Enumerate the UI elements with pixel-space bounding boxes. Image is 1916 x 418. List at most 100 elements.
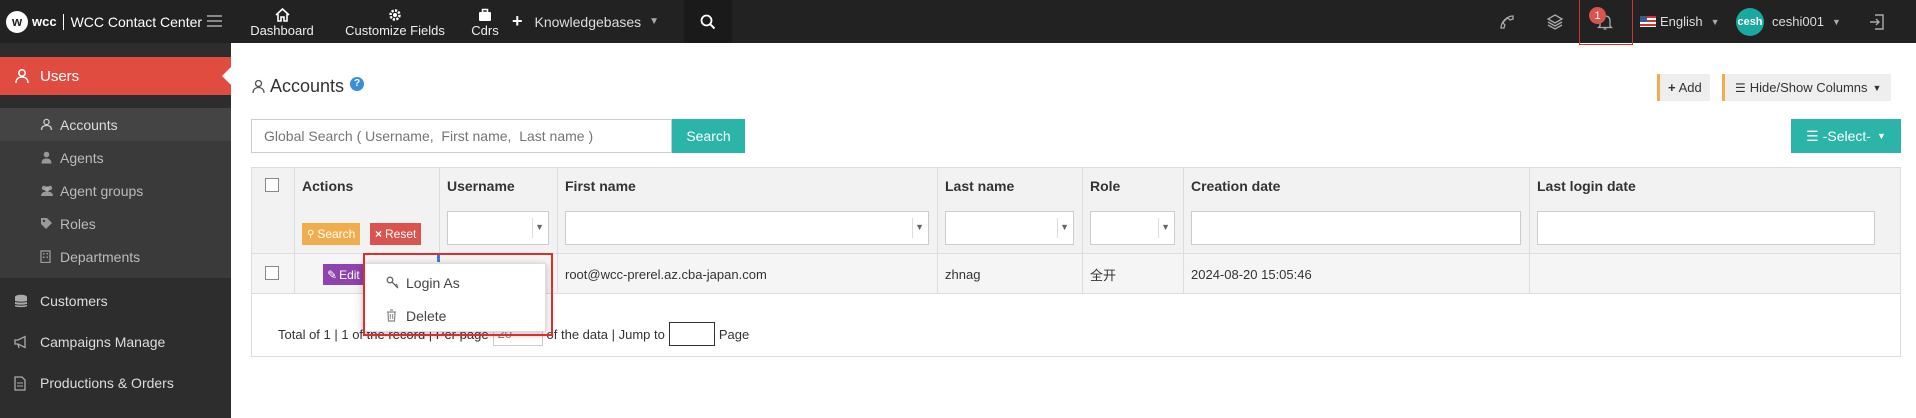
chevron-down-icon: ▼ (1872, 82, 1882, 93)
username-filter[interactable]: ▼ (447, 211, 549, 245)
nav-cdrs[interactable]: Cdrs (464, 0, 506, 43)
sidebar-item-label: Departments (60, 248, 141, 265)
phone-icon (1500, 14, 1514, 29)
language-label: English (1660, 14, 1703, 29)
list-icon: ☰ (1735, 80, 1746, 95)
sidebar-item-accounts[interactable]: Accounts (0, 108, 231, 141)
help-icon[interactable]: ? (350, 76, 365, 91)
edit-button[interactable]: ✎ Edit (323, 264, 364, 285)
chevron-down-icon: ▼ (649, 16, 660, 27)
database-icon (14, 294, 30, 309)
jump-to-page-input[interactable] (668, 322, 715, 346)
column-username: Username ▼ (440, 168, 558, 254)
main-content: Accounts ? + Add ☰ Hide/Show Columns ▼ S… (231, 43, 1916, 418)
chevron-down-icon: ▼ (1832, 16, 1841, 27)
close-icon: × (375, 227, 383, 241)
column-last-name: Last name ▼ (938, 168, 1083, 254)
sidebar: Users Accounts Agents Agent groups Roles… (0, 43, 232, 418)
column-creation-date: Creation date (1184, 168, 1530, 254)
highlight-box (363, 253, 553, 336)
nav-customize-fields[interactable]: Customize Fields (340, 0, 450, 43)
nav-dashboard[interactable]: Dashboard (247, 0, 317, 43)
filter-search-button[interactable]: ⚲ Search (302, 223, 361, 245)
briefcase-icon (478, 5, 492, 22)
hide-show-columns-button[interactable]: ☰ Hide/Show Columns ▼ (1722, 74, 1892, 101)
menu-toggle-icon[interactable] (207, 15, 222, 27)
language-selector[interactable]: English ▼ (1640, 0, 1720, 43)
group-icon (40, 184, 54, 197)
creation-date-cell: 2024-08-20 15:05:46 (1184, 254, 1530, 294)
select-dropdown-label: -Select- (1822, 128, 1871, 144)
add-button[interactable]: + Add (1657, 74, 1710, 101)
brand-logo: w (6, 10, 28, 33)
users-submenu: Accounts Agents Agent groups Roles Depar… (0, 108, 231, 278)
hide-show-columns-label: Hide/Show Columns (1749, 80, 1868, 95)
layers-button[interactable] (1546, 0, 1564, 43)
list-icon: ☰ (1806, 127, 1819, 144)
sidebar-item-campaigns-manage[interactable]: Campaigns Manage (0, 322, 231, 362)
last-name-filter[interactable]: ▼ (945, 211, 1074, 245)
search-icon: ⚲ (307, 228, 315, 240)
caret-down-icon: ▼ (915, 222, 924, 232)
search-button[interactable]: Search (672, 119, 745, 153)
role-filter[interactable]: ▼ (1090, 211, 1175, 245)
sidebar-item-label: Productions & Orders (40, 375, 174, 391)
sidebar-item-departments[interactable]: Departments (0, 240, 231, 273)
filter-reset-label: Reset (385, 227, 417, 241)
sidebar-item-users-label: Users (40, 67, 80, 85)
logout-icon (1870, 13, 1884, 30)
user-icon (40, 118, 54, 131)
column-header: Last name (945, 178, 1015, 194)
column-role: Role ▼ (1083, 168, 1184, 254)
sidebar-item-roles[interactable]: Roles (0, 207, 231, 240)
sidebar-item-productions-orders[interactable]: Productions & Orders (0, 363, 231, 403)
last-name-cell: zhnag (938, 254, 1083, 294)
gear-icon (388, 5, 402, 22)
sidebar-item-label: Agent groups (60, 182, 144, 199)
person-icon (40, 151, 54, 164)
column-last-login-date: Last login date (1530, 168, 1900, 254)
filter-reset-button[interactable]: × Reset (370, 223, 422, 245)
page-title: Accounts ? (251, 76, 365, 97)
page-title-text: Accounts (270, 76, 345, 96)
select-all-checkbox[interactable] (265, 178, 279, 192)
sidebar-item-label: Roles (60, 215, 96, 232)
document-icon (14, 375, 30, 391)
sidebar-item-label: Campaigns Manage (40, 334, 166, 350)
brand-separator (62, 13, 64, 30)
top-search-button[interactable] (684, 0, 732, 43)
layers-icon (1546, 13, 1564, 30)
nav-cdrs-label: Cdrs (471, 23, 499, 38)
app-title: WCC Contact Center (70, 13, 203, 30)
phone-button[interactable] (1498, 0, 1516, 43)
brand[interactable]: w wcc WCC Contact Center (0, 0, 231, 43)
edit-button-label: Edit (339, 267, 360, 282)
column-header: First name (565, 178, 636, 194)
sidebar-item-agents[interactable]: Agents (0, 141, 231, 174)
column-header: Creation date (1191, 178, 1281, 194)
column-header: Actions (302, 178, 354, 194)
sidebar-item-customers[interactable]: Customers (0, 281, 231, 321)
caret-down-icon: ▼ (1060, 222, 1069, 232)
chevron-down-icon: ▼ (1876, 131, 1886, 141)
sidebar-item-users[interactable]: Users (0, 57, 232, 95)
creation-date-filter[interactable] (1191, 211, 1521, 245)
user-icon (14, 68, 30, 84)
user-menu[interactable]: cesh ceshi001 ▼ (1736, 0, 1841, 43)
building-icon (40, 250, 54, 263)
logout-button[interactable] (1868, 0, 1886, 43)
nav-knowledgebases[interactable]: + Knowledgebases ▼ (512, 0, 659, 43)
global-search-input[interactable] (251, 119, 672, 153)
column-header: Last login date (1537, 178, 1636, 194)
sidebar-item-agent-groups[interactable]: Agent groups (0, 174, 231, 207)
row-checkbox[interactable] (265, 266, 279, 280)
edit-icon: ✎ (327, 267, 338, 282)
megaphone-icon (14, 335, 30, 349)
us-flag-icon (1640, 16, 1656, 27)
last-login-date-filter[interactable] (1537, 211, 1875, 245)
table-header: Actions Username ▼ First name ▼ Last nam… (252, 168, 1900, 254)
select-dropdown[interactable]: ☰ -Select- ▼ (1791, 119, 1901, 153)
first-name-filter[interactable]: ▼ (565, 211, 929, 245)
add-button-label: Add (1678, 80, 1702, 95)
sidebar-item-label: Customers (40, 293, 108, 309)
